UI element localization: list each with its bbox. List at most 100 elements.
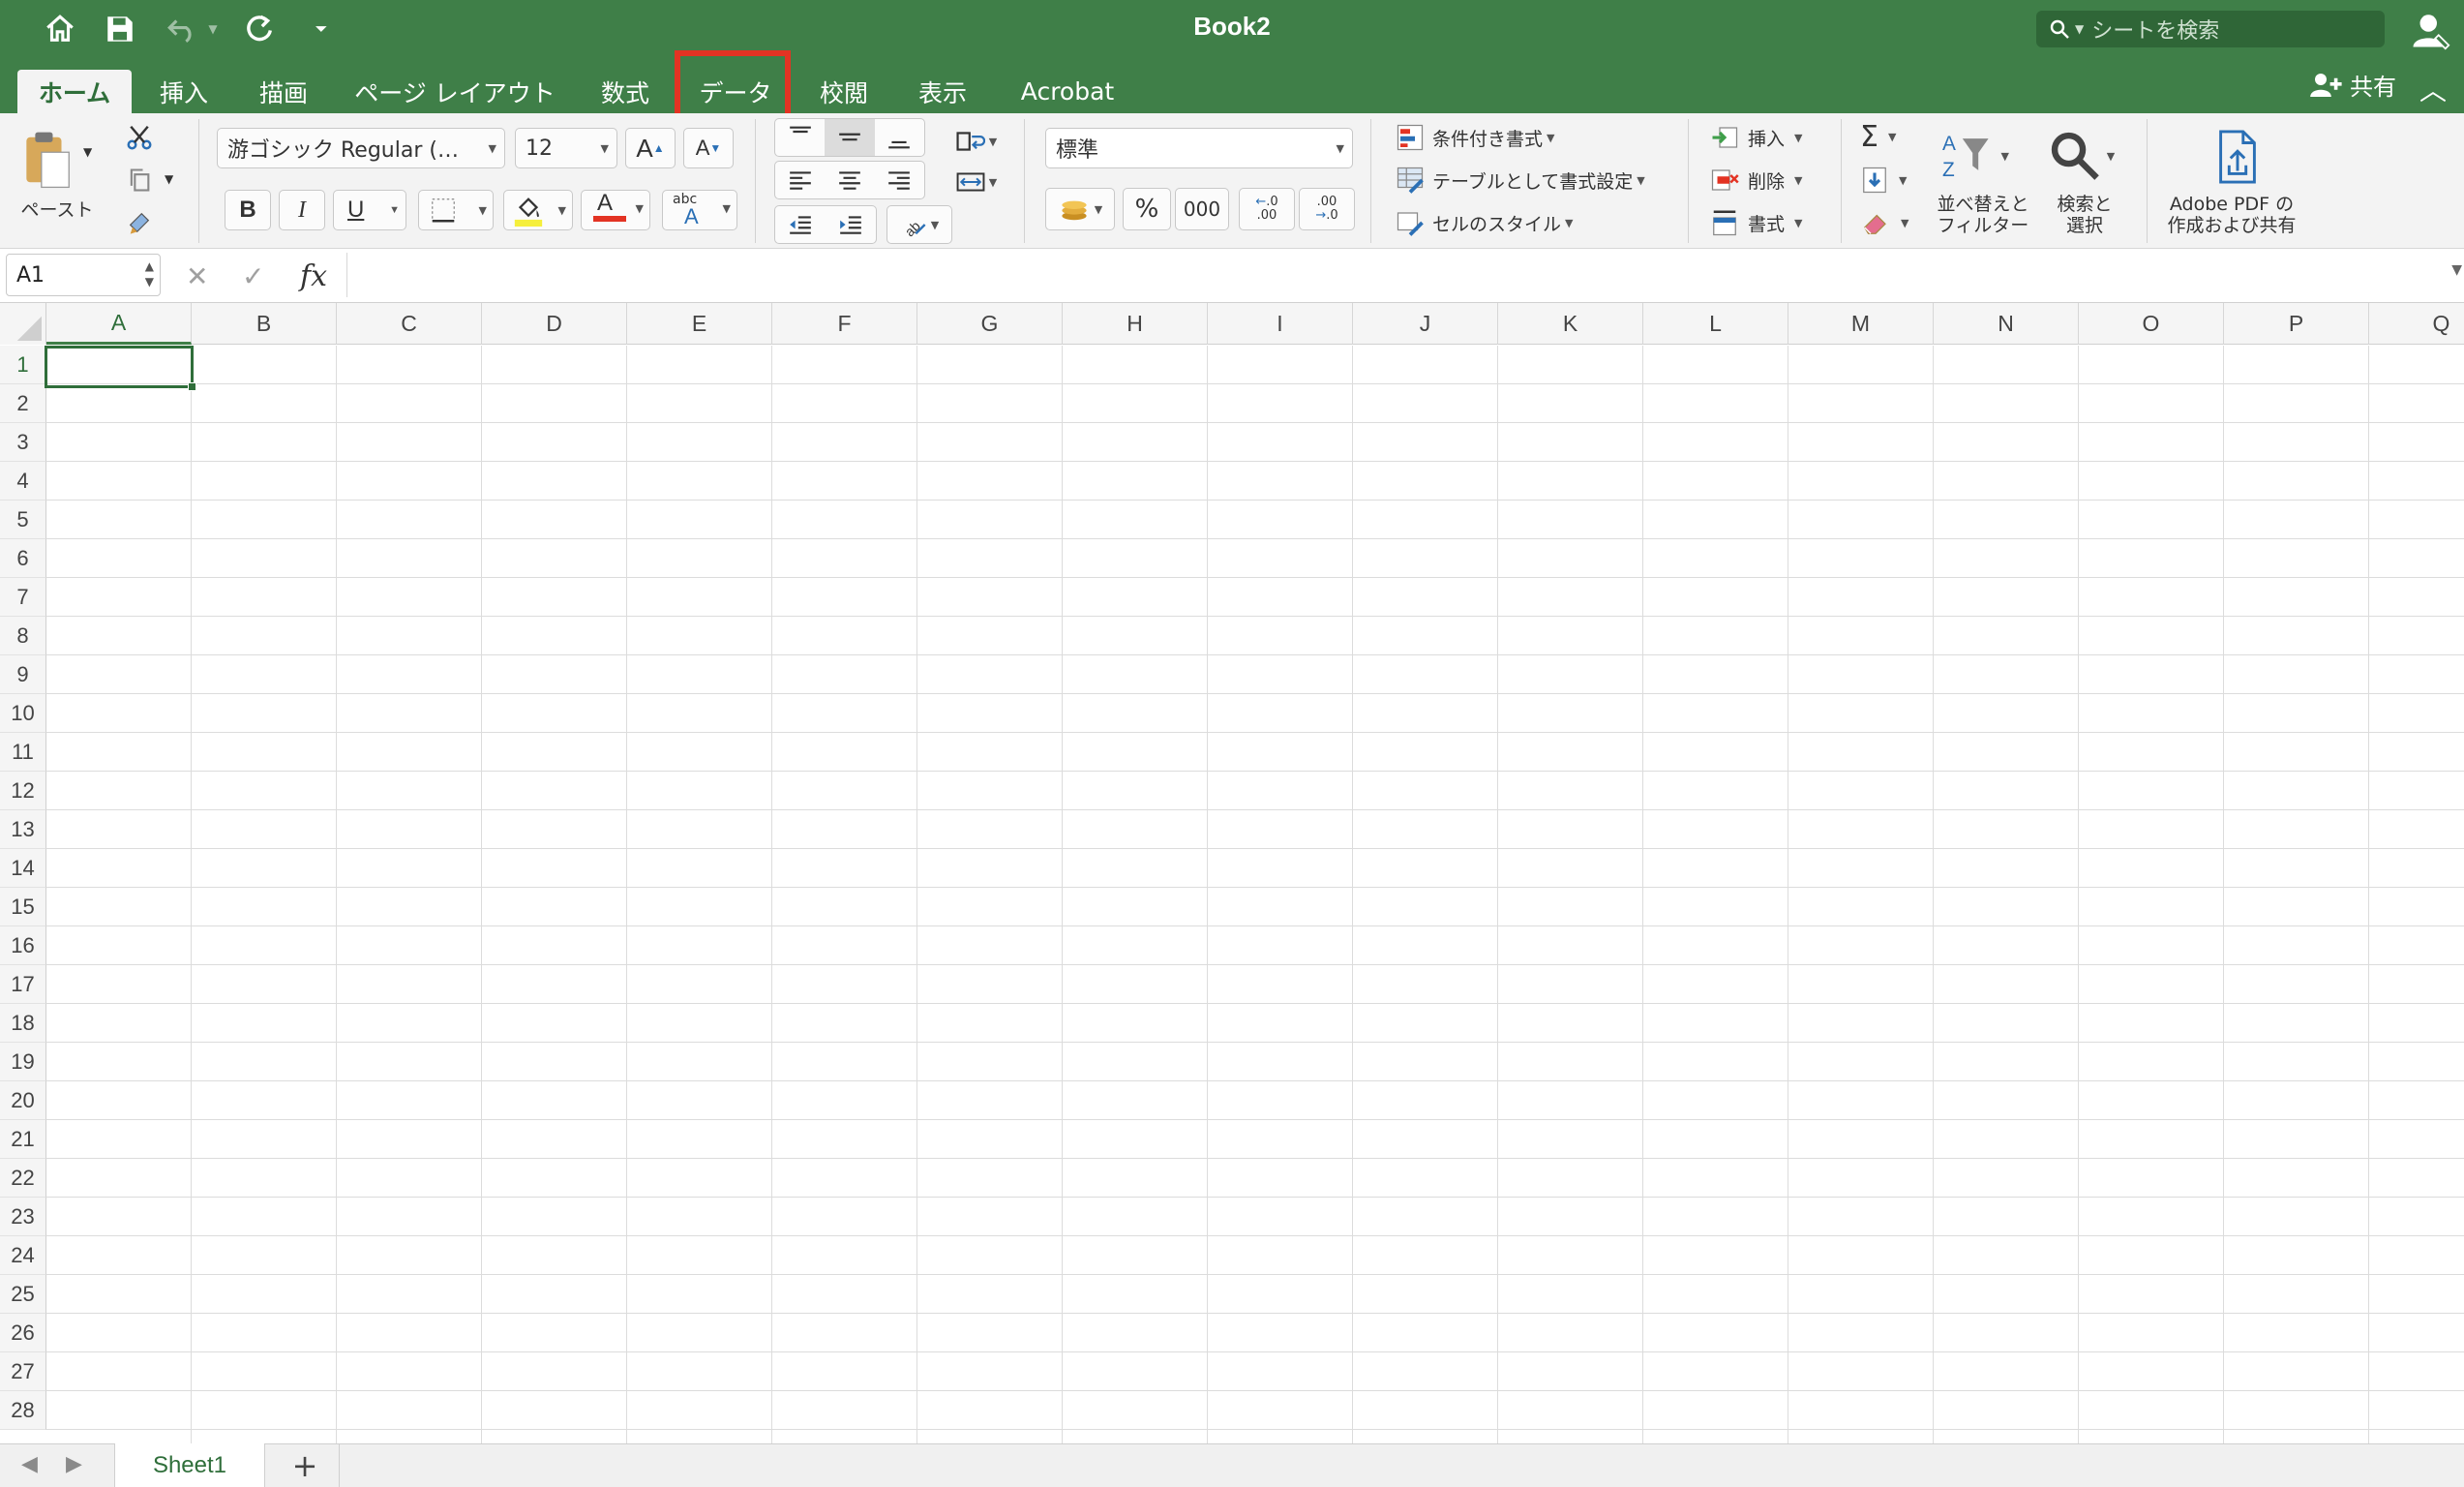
borders-button[interactable]: ▼ [418, 190, 494, 230]
undo-icon[interactable] [163, 10, 201, 48]
row-header[interactable]: 6 [0, 539, 46, 578]
collapse-ribbon-icon[interactable]: ︿ [2419, 70, 2447, 108]
customize-toolbar-icon[interactable]: ⏷ [302, 10, 341, 48]
column-header[interactable]: O [2079, 303, 2224, 345]
name-box[interactable]: A1 ▲ ▼ [6, 254, 161, 296]
row-header[interactable]: 10 [0, 694, 46, 733]
cell-styles-button[interactable]: セルのスタイル ▼ [1396, 205, 1573, 240]
merge-center-button[interactable]: ▼ [947, 165, 1007, 199]
align-left-icon[interactable] [775, 162, 825, 198]
conditional-formatting-button[interactable]: 条件付き書式 ▼ [1396, 120, 1554, 155]
tab-insert[interactable]: 挿入 [145, 70, 223, 113]
column-header[interactable]: D [482, 303, 627, 345]
wrap-text-button[interactable]: ▼ [947, 124, 1007, 159]
row-header[interactable]: 13 [0, 810, 46, 849]
row-header[interactable]: 16 [0, 926, 46, 965]
column-header[interactable]: K [1498, 303, 1643, 345]
underline-button[interactable]: U ▼ [333, 190, 406, 230]
account-icon[interactable] [2410, 10, 2450, 50]
redo-icon[interactable] [240, 10, 279, 48]
tab-acrobat[interactable]: Acrobat [1007, 70, 1128, 113]
row-header[interactable]: 1 [0, 346, 46, 384]
autosum-button[interactable]: Σ ▼ [1860, 118, 1896, 155]
sheet-tab[interactable]: Sheet1 [114, 1443, 265, 1487]
cut-icon[interactable] [122, 120, 157, 155]
fill-color-button[interactable]: ▼ [503, 190, 573, 230]
formula-input[interactable] [346, 253, 2445, 297]
active-cell-a1[interactable] [45, 346, 196, 391]
row-header[interactable]: 28 [0, 1391, 46, 1430]
row-header[interactable]: 11 [0, 733, 46, 772]
decrease-decimal-button[interactable]: .00 →.0 [1299, 188, 1355, 230]
column-header[interactable]: Q [2369, 303, 2464, 345]
delete-cells-button[interactable]: 削除 ▼ [1709, 163, 1802, 197]
find-select-icon[interactable]: ▼ [2046, 124, 2116, 188]
row-header[interactable]: 12 [0, 772, 46, 810]
search-input[interactable]: ▼ シートを検索 [2036, 11, 2385, 47]
column-header[interactable]: I [1208, 303, 1353, 345]
row-header[interactable]: 3 [0, 423, 46, 462]
save-icon[interactable] [101, 10, 139, 48]
phonetic-guide-button[interactable]: abc A ▼ [662, 190, 737, 230]
copy-icon[interactable] [122, 163, 157, 197]
tab-draw[interactable]: 描画 [242, 70, 325, 113]
row-header[interactable]: 2 [0, 384, 46, 423]
row-header[interactable]: 15 [0, 888, 46, 926]
italic-button[interactable]: I [279, 190, 325, 230]
number-format-select[interactable]: 標準 ▼ [1045, 128, 1353, 168]
adobe-pdf-icon[interactable] [2207, 126, 2269, 188]
align-right-icon[interactable] [875, 162, 924, 198]
expand-formula-bar-icon[interactable]: ▼ [2451, 262, 2462, 278]
row-header[interactable]: 4 [0, 462, 46, 501]
fill-button[interactable]: ▼ [1860, 163, 1907, 197]
tab-review[interactable]: 校閲 [805, 70, 883, 113]
row-header[interactable]: 22 [0, 1159, 46, 1198]
row-header[interactable]: 5 [0, 501, 46, 539]
increase-decimal-button[interactable]: ←.0.00 [1239, 188, 1295, 230]
undo-dropdown-icon[interactable]: ▼ [203, 10, 223, 48]
orientation-button[interactable]: ab ▼ [886, 205, 952, 244]
format-painter-icon[interactable] [122, 205, 157, 240]
percent-style-button[interactable]: % [1123, 188, 1171, 230]
row-header[interactable]: 19 [0, 1043, 46, 1081]
align-top-icon[interactable] [775, 119, 825, 156]
font-name-select[interactable]: 游ゴシック Regular (… ▼ [217, 128, 505, 168]
accounting-format-button[interactable]: ▼ [1045, 188, 1115, 230]
decrease-indent-icon[interactable] [775, 206, 826, 243]
next-sheet-icon[interactable]: ▶ [66, 1452, 82, 1476]
format-as-table-button[interactable]: テーブルとして書式設定 ▼ [1396, 163, 1645, 197]
copy-dropdown-icon[interactable]: ▼ [165, 172, 173, 186]
column-header[interactable]: B [192, 303, 337, 345]
align-bottom-icon[interactable] [875, 119, 924, 156]
column-header[interactable]: L [1643, 303, 1788, 345]
align-middle-icon[interactable] [825, 119, 875, 156]
decrease-font-size-icon[interactable]: A ▼ [683, 128, 734, 168]
name-box-stepper-icon[interactable]: ▲ ▼ [145, 258, 154, 289]
tab-page-layout[interactable]: ページ レイアウト [348, 70, 561, 113]
column-header[interactable]: E [627, 303, 772, 345]
clear-button[interactable]: ▼ [1860, 205, 1908, 240]
confirm-icon[interactable]: ✓ [242, 257, 264, 295]
row-header[interactable]: 21 [0, 1120, 46, 1159]
font-color-button[interactable]: A ▼ [581, 190, 650, 230]
insert-cells-button[interactable]: 挿入 ▼ [1709, 120, 1802, 155]
align-center-icon[interactable] [825, 162, 874, 198]
row-header[interactable]: 14 [0, 849, 46, 888]
paste-dropdown-icon[interactable]: ▼ [83, 145, 92, 159]
column-header[interactable]: J [1353, 303, 1498, 345]
column-header[interactable]: F [772, 303, 917, 345]
row-header[interactable]: 17 [0, 965, 46, 1004]
column-header[interactable]: A [46, 303, 192, 345]
row-header[interactable]: 8 [0, 617, 46, 655]
cell-area[interactable] [46, 346, 2464, 1443]
increase-indent-icon[interactable] [826, 206, 876, 243]
column-header[interactable]: C [337, 303, 482, 345]
column-header[interactable]: G [917, 303, 1063, 345]
row-header[interactable]: 27 [0, 1352, 46, 1391]
share-button[interactable]: 共有 [2309, 68, 2396, 102]
sort-filter-icon[interactable]: AZ ▼ [1939, 124, 2009, 188]
tab-formulas[interactable]: 数式 [585, 70, 666, 113]
row-header[interactable]: 18 [0, 1004, 46, 1043]
column-header[interactable]: N [1934, 303, 2079, 345]
column-header[interactable]: P [2224, 303, 2369, 345]
